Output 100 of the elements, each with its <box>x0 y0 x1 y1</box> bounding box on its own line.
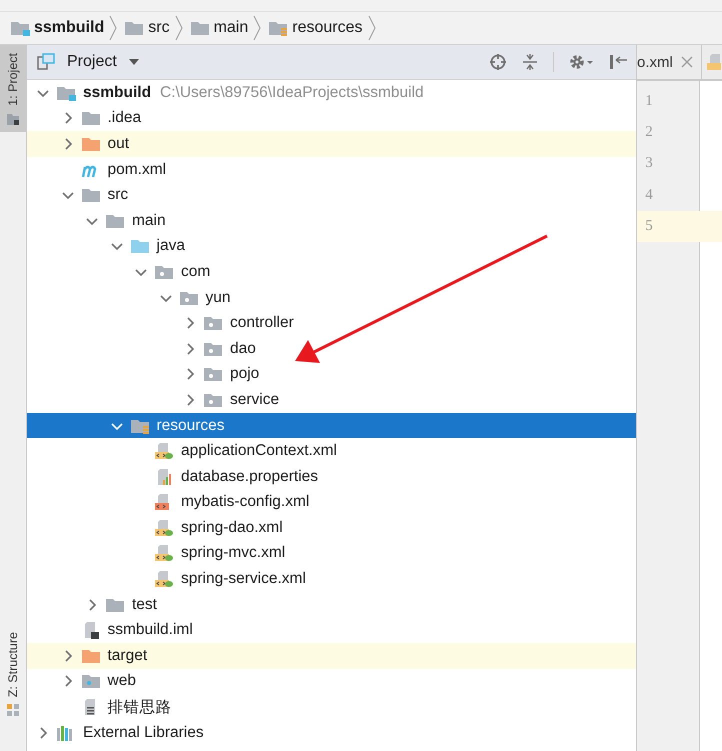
item-label: External Libraries <box>83 724 204 742</box>
tree-item[interactable]: pojo <box>27 362 636 388</box>
item-label: spring-service.xml <box>181 570 306 588</box>
tree-item[interactable]: out <box>27 131 636 157</box>
separator-icon <box>368 15 376 41</box>
folder-icon <box>124 20 144 36</box>
xml-file-icon <box>154 518 174 537</box>
view-selector[interactable]: Project <box>63 53 143 71</box>
settings-icon[interactable] <box>568 53 594 71</box>
folder-icon <box>268 20 288 36</box>
item-label: out <box>108 134 130 153</box>
tree-item[interactable]: .idea <box>27 106 636 132</box>
folder-icon <box>80 136 100 152</box>
folder-icon <box>80 648 100 664</box>
folder-icon <box>190 20 210 36</box>
tree-item[interactable]: spring-service.xml <box>27 566 636 592</box>
folder-icon <box>80 110 100 126</box>
item-label: database.properties <box>181 468 318 486</box>
item-label: main <box>132 212 166 230</box>
tool-window-button[interactable]: Z: Structure <box>0 624 26 723</box>
tree-item[interactable]: External Libraries <box>27 720 636 746</box>
tree-item[interactable]: src <box>27 182 636 208</box>
folder-icon <box>130 418 150 434</box>
breadcrumb[interactable]: src <box>124 19 170 37</box>
project-path: C:\Users\89756\IdeaProjects\ssmbuild <box>160 84 424 102</box>
item-label: .idea <box>108 109 142 128</box>
collapse-icon[interactable] <box>521 53 539 71</box>
editor-tab[interactable]: o.xml <box>637 45 702 79</box>
line-number: 2 <box>644 124 654 142</box>
separator-icon <box>109 15 118 41</box>
item-label: src <box>108 186 128 204</box>
item-label: 排错思路 <box>108 698 172 718</box>
tree-item[interactable]: dao <box>27 336 636 362</box>
item-label: spring-dao.xml <box>181 518 283 537</box>
tree-item[interactable]: com <box>27 259 636 285</box>
item-label: pom.xml <box>108 160 166 179</box>
tree-item[interactable]: ssmbuild.iml <box>27 617 636 644</box>
breadcrumb[interactable]: resources <box>268 19 362 37</box>
tree-item[interactable]: resources <box>27 412 636 438</box>
package-icon <box>178 290 198 306</box>
project-view-icon <box>37 53 55 71</box>
breadcrumb[interactable]: ssmbuild <box>10 19 104 37</box>
xml-file-icon <box>154 442 174 460</box>
tree-item[interactable]: 排错思路 <box>27 694 636 720</box>
folder-icon <box>80 673 100 690</box>
folder-icon <box>105 212 125 229</box>
structure-icon <box>6 703 20 717</box>
item-label: pojo <box>230 365 260 384</box>
package-icon <box>203 340 223 357</box>
tree-item[interactable]: mybatis-config.xml <box>27 490 636 516</box>
xml-file-icon <box>706 53 722 71</box>
folder-icon <box>130 238 150 254</box>
separator-icon <box>174 15 183 41</box>
line-number: 1 <box>644 93 654 110</box>
item-label: controller <box>230 314 294 332</box>
item-label: ssmbuild.iml <box>108 621 193 640</box>
line-number: 3 <box>644 155 654 172</box>
item-label: resources <box>156 416 225 435</box>
item-label: target <box>108 646 148 665</box>
breadcrumb[interactable]: main <box>190 19 248 37</box>
module-icon <box>10 20 30 36</box>
tree-item[interactable]: pom.xml <box>27 156 636 182</box>
tree-item[interactable]: main <box>27 208 636 234</box>
hide-icon[interactable] <box>608 53 628 71</box>
tree-item[interactable]: target <box>27 643 636 669</box>
locate-icon[interactable] <box>489 53 507 71</box>
package-icon <box>203 315 223 332</box>
tool-window-button[interactable]: 1: Project <box>0 45 26 132</box>
package-icon <box>154 264 174 280</box>
item-label: web <box>108 672 136 690</box>
package-icon <box>203 366 223 382</box>
item-label: mybatis-config.xml <box>181 493 310 512</box>
separator-icon <box>253 15 262 41</box>
tree-item[interactable]: service <box>27 387 636 413</box>
tree-item[interactable]: spring-dao.xml <box>27 515 636 541</box>
item-label: service <box>230 390 280 409</box>
folder-icon <box>80 187 100 204</box>
module-icon <box>56 84 76 101</box>
item-label: java <box>156 237 185 256</box>
line-number: 4 <box>644 186 654 204</box>
tree-item[interactable]: java <box>27 234 636 260</box>
tree-item[interactable]: database.properties <box>27 464 636 490</box>
item-label: yun <box>206 288 230 307</box>
item-label: test <box>132 596 157 614</box>
xml-file-icon <box>154 544 174 562</box>
tree-item[interactable]: yun <box>27 284 636 310</box>
tree-item[interactable]: web <box>27 668 636 694</box>
folder-icon <box>6 112 20 126</box>
caret-icon <box>128 59 139 65</box>
tree-item[interactable]: test <box>27 592 636 618</box>
item-label: spring-mvc.xml <box>181 544 286 562</box>
package-icon <box>203 392 223 408</box>
item-label: ssmbuild <box>83 84 152 102</box>
item-label: dao <box>230 340 256 358</box>
tree-item[interactable]: spring-mvc.xml <box>27 540 636 566</box>
line-number: 5 <box>644 218 654 235</box>
tree-item[interactable]: applicationContext.xml <box>27 438 636 464</box>
tree-item[interactable]: controller <box>27 310 636 336</box>
folder-icon <box>105 596 125 613</box>
tree-item[interactable]: ssmbuild C:\Users\89756\IdeaProjects\ssmbuild <box>27 80 636 106</box>
